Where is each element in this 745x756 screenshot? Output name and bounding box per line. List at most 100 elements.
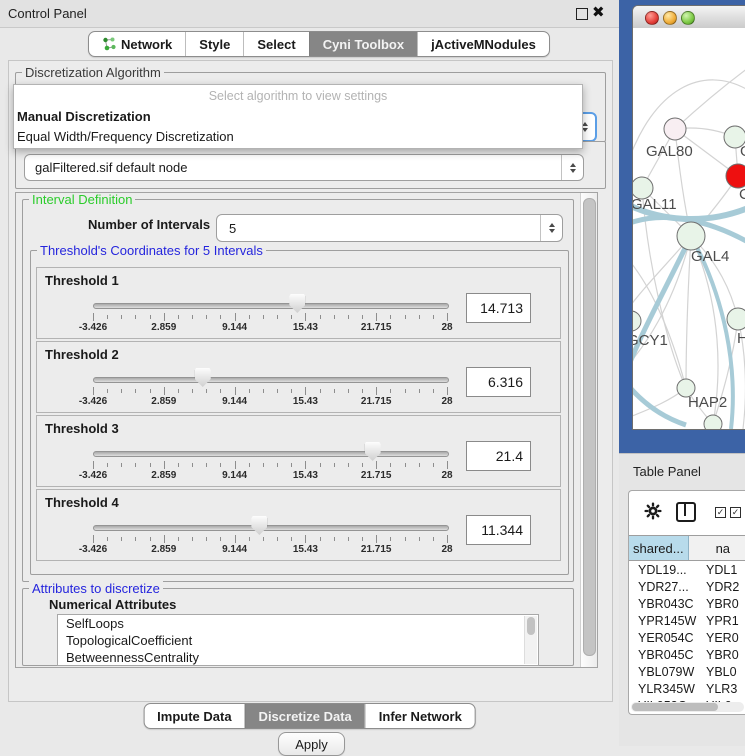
cell-name[interactable]: YLR3 [706, 680, 745, 697]
float-window-icon[interactable] [576, 8, 588, 20]
tick-mark [334, 389, 335, 393]
threshold-panel: Threshold 4 -3.4262.8599.14415.4321.7152… [36, 489, 561, 561]
zoom-traffic-light-icon[interactable] [681, 11, 695, 25]
apply-button[interactable]: Apply [278, 732, 345, 756]
number-of-intervals-select[interactable]: 5 [216, 214, 563, 242]
tick-mark [291, 389, 292, 393]
table-row[interactable]: YLR345WYLR3 [629, 680, 745, 697]
attribute-list-item[interactable]: TopologicalCoefficient [58, 632, 538, 649]
threshold-value-field[interactable]: 21.4 [466, 441, 531, 471]
cell-shared-name[interactable]: YER054C [629, 629, 706, 646]
scrollbar-thumb[interactable] [632, 703, 718, 711]
tab-jactivemnodules[interactable]: jActiveMNodules [417, 32, 549, 56]
tick-label: 9.144 [222, 470, 247, 481]
settings-scroll-viewport: Interval Definition Number of Intervals … [15, 192, 598, 668]
network-node[interactable] [677, 222, 705, 250]
tick-mark [164, 387, 165, 395]
cell-shared-name[interactable]: YDL19... [629, 561, 706, 578]
tick-label: 21.715 [361, 396, 392, 407]
tab-network[interactable]: Network [89, 32, 185, 56]
cell-shared-name[interactable]: YBR043C [629, 595, 706, 612]
network-node-label: C [739, 186, 745, 203]
tick-mark [107, 463, 108, 467]
gear-icon[interactable] [644, 502, 662, 520]
table-row[interactable]: YDL19...YDL1 [629, 561, 745, 578]
close-traffic-light-icon[interactable] [645, 11, 659, 25]
slider-handle[interactable] [251, 516, 267, 535]
tick-mark [433, 315, 434, 319]
tick-mark [348, 463, 349, 467]
cell-name[interactable]: YBR0 [706, 646, 745, 663]
table-row[interactable]: YPR145WYPR1 [629, 612, 745, 629]
close-icon[interactable]: ✖ [592, 3, 605, 21]
slider-handle[interactable] [365, 442, 381, 461]
threshold-list: Threshold 1 -3.4262.8599.14415.4321.7152… [36, 267, 561, 563]
network-window-titlebar[interactable] [633, 6, 745, 29]
slider-handle[interactable] [195, 368, 211, 387]
tick-mark [164, 535, 165, 543]
tick-mark [220, 463, 221, 467]
column-header-name[interactable]: na [689, 536, 745, 560]
dropdown-option-manual[interactable]: Manual Discretization [14, 106, 582, 126]
tick-mark [107, 389, 108, 393]
table-row[interactable]: YDR27...YDR2 [629, 578, 745, 595]
tab-impute-data[interactable]: Impute Data [144, 704, 244, 728]
cell-name[interactable]: YBL0 [706, 663, 745, 680]
cell-name[interactable]: YDL1 [706, 561, 745, 578]
tick-mark [135, 463, 136, 467]
attribute-list-item[interactable]: SelfLoops [58, 615, 538, 632]
table-row[interactable]: YER054CYER0 [629, 629, 745, 646]
threshold-value-field[interactable]: 6.316 [466, 367, 531, 397]
checked-box-icon[interactable]: ✓ [730, 507, 741, 518]
tab-cyni-toolbox[interactable]: Cyni Toolbox [309, 32, 417, 56]
tick-mark [447, 535, 448, 543]
tab-select[interactable]: Select [243, 32, 308, 56]
tab-style[interactable]: Style [185, 32, 243, 56]
network-node[interactable] [664, 118, 686, 140]
cell-name[interactable]: YBR0 [706, 595, 745, 612]
tab-discretize-data[interactable]: Discretize Data [245, 704, 365, 728]
table-row[interactable]: YBL079WYBL0 [629, 663, 745, 680]
tab-label: Style [199, 37, 230, 52]
network-canvas[interactable]: GAL80GACGAL11GAL4GCY1HHAP2 [633, 28, 745, 429]
tick-mark [291, 537, 292, 541]
table-row[interactable]: YBR045CYBR0 [629, 646, 745, 663]
scrollbar-thumb[interactable] [583, 198, 596, 656]
network-node[interactable] [704, 415, 722, 429]
cell-shared-name[interactable]: YBL079W [629, 663, 706, 680]
network-node[interactable] [727, 308, 745, 330]
attribute-list-item[interactable]: BetweennessCentrality [58, 649, 538, 666]
cell-shared-name[interactable]: YPR145W [629, 612, 706, 629]
tick-label: 9.144 [222, 322, 247, 333]
attributes-group: Attributes to discretize Numerical Attri… [22, 588, 574, 666]
tick-mark [405, 315, 406, 319]
threshold-value-field[interactable]: 11.344 [466, 515, 531, 545]
tick-mark [348, 537, 349, 541]
tick-label: 15.43 [293, 544, 318, 555]
cell-shared-name[interactable]: YLR345W [629, 680, 706, 697]
split-panel-icon[interactable] [676, 502, 696, 522]
scrollbar-thumb[interactable] [527, 617, 535, 635]
tab-infer-network[interactable]: Infer Network [365, 704, 475, 728]
table-data-select[interactable]: galFiltered.sif default node [24, 154, 584, 181]
cell-name[interactable]: YDR2 [706, 578, 745, 595]
cell-name[interactable]: YER0 [706, 629, 745, 646]
cell-shared-name[interactable]: YBR045C [629, 646, 706, 663]
slider-ticks [93, 461, 447, 469]
table-row[interactable]: YBR043CYBR0 [629, 595, 745, 612]
bottom-tab-bar: Impute Data Discretize Data Infer Networ… [143, 703, 476, 729]
tick-mark [419, 315, 420, 319]
network-node[interactable] [726, 164, 745, 188]
network-node-label: GAL4 [691, 248, 729, 265]
cell-name[interactable]: YPR1 [706, 612, 745, 629]
slider-handle[interactable] [289, 294, 305, 313]
checked-box-icon[interactable]: ✓ [715, 507, 726, 518]
dropdown-option-equal-width[interactable]: Equal Width/Frequency Discretization [14, 126, 582, 146]
network-node-label: GA [740, 143, 745, 160]
network-node[interactable] [633, 311, 641, 331]
cell-shared-name[interactable]: YDR27... [629, 578, 706, 595]
column-header-shared-name[interactable]: shared... [629, 536, 689, 560]
minimize-traffic-light-icon[interactable] [663, 11, 677, 25]
numerical-attributes-label: Numerical Attributes [49, 597, 176, 612]
threshold-value-field[interactable]: 14.713 [466, 293, 531, 323]
